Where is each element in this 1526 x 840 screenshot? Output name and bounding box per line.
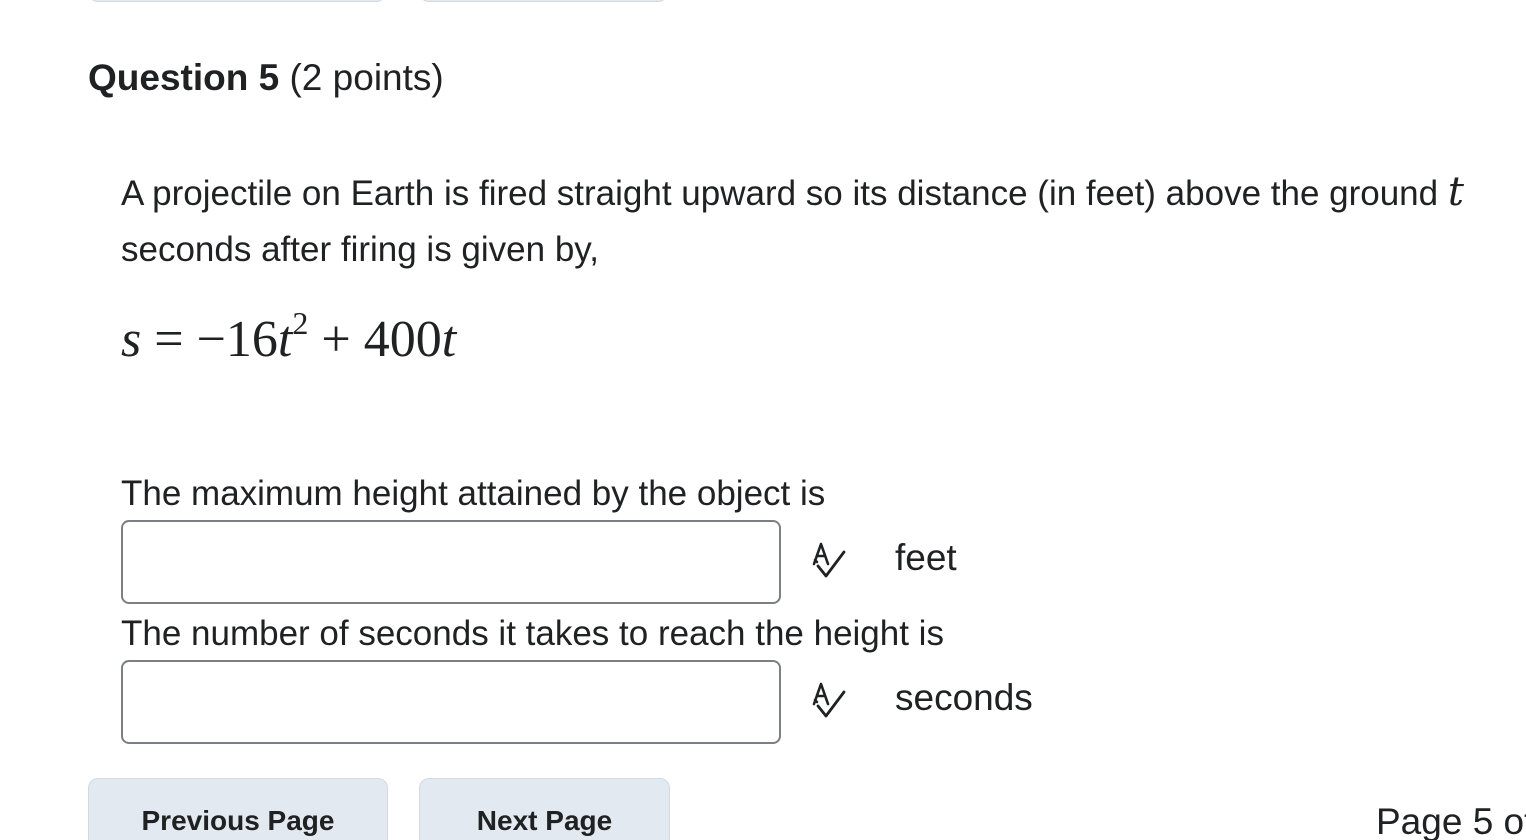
- max-height-input[interactable]: [121, 520, 781, 604]
- time-input[interactable]: [121, 660, 781, 744]
- max-height-label: The maximum height attained by the objec…: [121, 474, 826, 513]
- prompt-text-1: A projectile on Earth is fired straight …: [121, 174, 1448, 213]
- equation-var-2: t: [441, 311, 457, 368]
- time-label: The number of seconds it takes to reach …: [121, 614, 944, 653]
- question-header: Question 5 (2 points): [88, 52, 444, 104]
- equation-coef-2: 400: [363, 311, 442, 368]
- equation-var-1: t: [277, 311, 293, 368]
- question-title: Question 5: [88, 57, 280, 98]
- next-page-button-top[interactable]: [419, 0, 668, 2]
- prompt-variable-t: t: [1447, 169, 1464, 215]
- question-prompt: A projectile on Earth is fired straight …: [121, 164, 1501, 278]
- equation-minus: −: [196, 311, 226, 368]
- previous-page-button-top[interactable]: [88, 0, 386, 2]
- equation-plus: +: [308, 311, 364, 368]
- equation-lhs: s: [121, 311, 142, 368]
- equation: s = −16t2 + 400t: [121, 305, 456, 375]
- question-points: (2 points): [279, 57, 444, 98]
- max-height-unit: feet: [895, 537, 957, 578]
- time-unit: seconds: [895, 677, 1033, 718]
- previous-page-button[interactable]: Previous Page: [88, 778, 388, 840]
- equation-exponent: 2: [292, 305, 309, 341]
- page-indicator: Page 5 of: [1376, 801, 1526, 840]
- next-page-button[interactable]: Next Page: [419, 778, 670, 840]
- spell-check-icon[interactable]: [808, 680, 850, 722]
- spell-check-icon[interactable]: [808, 540, 850, 582]
- equation-equals: =: [141, 311, 197, 368]
- equation-coef-1: 16: [225, 311, 278, 368]
- prompt-text-2: seconds after firing is given by,: [121, 230, 599, 269]
